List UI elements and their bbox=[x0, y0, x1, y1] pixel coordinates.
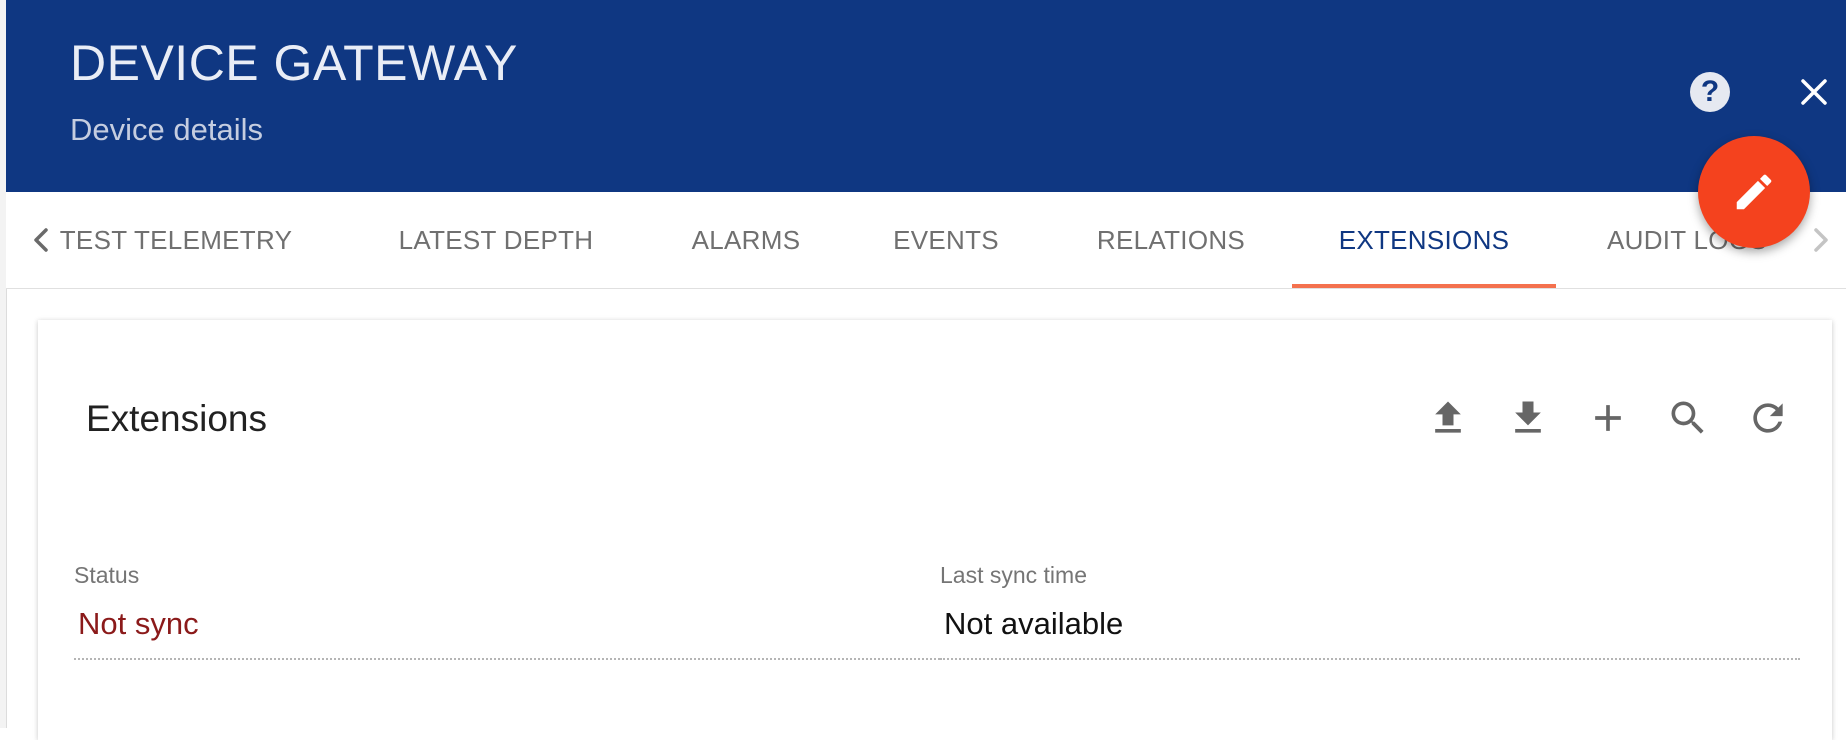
search-button[interactable] bbox=[1666, 396, 1710, 440]
status-underline bbox=[74, 658, 940, 660]
tab-test-telemetry[interactable]: TEST TELEMETRY bbox=[56, 192, 296, 288]
help-circle-icon: ? bbox=[1700, 75, 1720, 108]
download-icon bbox=[1515, 401, 1541, 433]
tab-alarms[interactable]: ALARMS bbox=[676, 192, 816, 288]
tab-relations[interactable]: RELATIONS bbox=[1076, 192, 1266, 288]
page-title: DEVICE GATEWAY bbox=[70, 35, 518, 91]
add-icon bbox=[1595, 405, 1621, 431]
add-button[interactable] bbox=[1586, 396, 1630, 440]
tab-events[interactable]: EVENTS bbox=[876, 192, 1016, 288]
last-sync-label: Last sync time bbox=[940, 562, 1087, 588]
extensions-title: Extensions bbox=[86, 398, 267, 439]
status-label: Status bbox=[74, 562, 140, 588]
chevron-right-icon bbox=[1814, 228, 1828, 252]
dialog-header: DEVICE GATEWAY Device details ? bbox=[6, 0, 1846, 192]
search-icon bbox=[1671, 401, 1704, 434]
last-sync-value: Not available bbox=[944, 606, 1124, 641]
status-field: Status Not sync bbox=[74, 562, 940, 660]
tab-bar: TEST TELEMETRY LATEST DEPTH ALARMS EVENT… bbox=[6, 192, 1846, 289]
upload-icon bbox=[1435, 401, 1461, 433]
active-tab-indicator bbox=[1292, 284, 1556, 288]
download-button[interactable] bbox=[1506, 396, 1550, 440]
pencil-icon bbox=[1736, 174, 1772, 210]
edit-button[interactable] bbox=[1698, 136, 1810, 248]
upload-button[interactable] bbox=[1426, 396, 1470, 440]
tab-extensions[interactable]: EXTENSIONS bbox=[1292, 192, 1556, 288]
close-button[interactable] bbox=[1794, 72, 1834, 112]
last-sync-underline bbox=[940, 658, 1800, 660]
extensions-card: Extensions Status Not sync Last sync tim… bbox=[38, 320, 1832, 740]
status-value: Not sync bbox=[78, 606, 199, 641]
tab-latest-depth[interactable]: LATEST DEPTH bbox=[366, 192, 626, 288]
page-subtitle: Device details bbox=[70, 112, 263, 147]
refresh-icon bbox=[1753, 403, 1783, 433]
tabs-scroll-right-button[interactable] bbox=[1800, 220, 1840, 260]
last-sync-field: Last sync time Not available bbox=[940, 562, 1800, 660]
help-button[interactable]: ? bbox=[1690, 72, 1730, 112]
refresh-button[interactable] bbox=[1746, 396, 1790, 440]
close-icon bbox=[1801, 79, 1827, 105]
